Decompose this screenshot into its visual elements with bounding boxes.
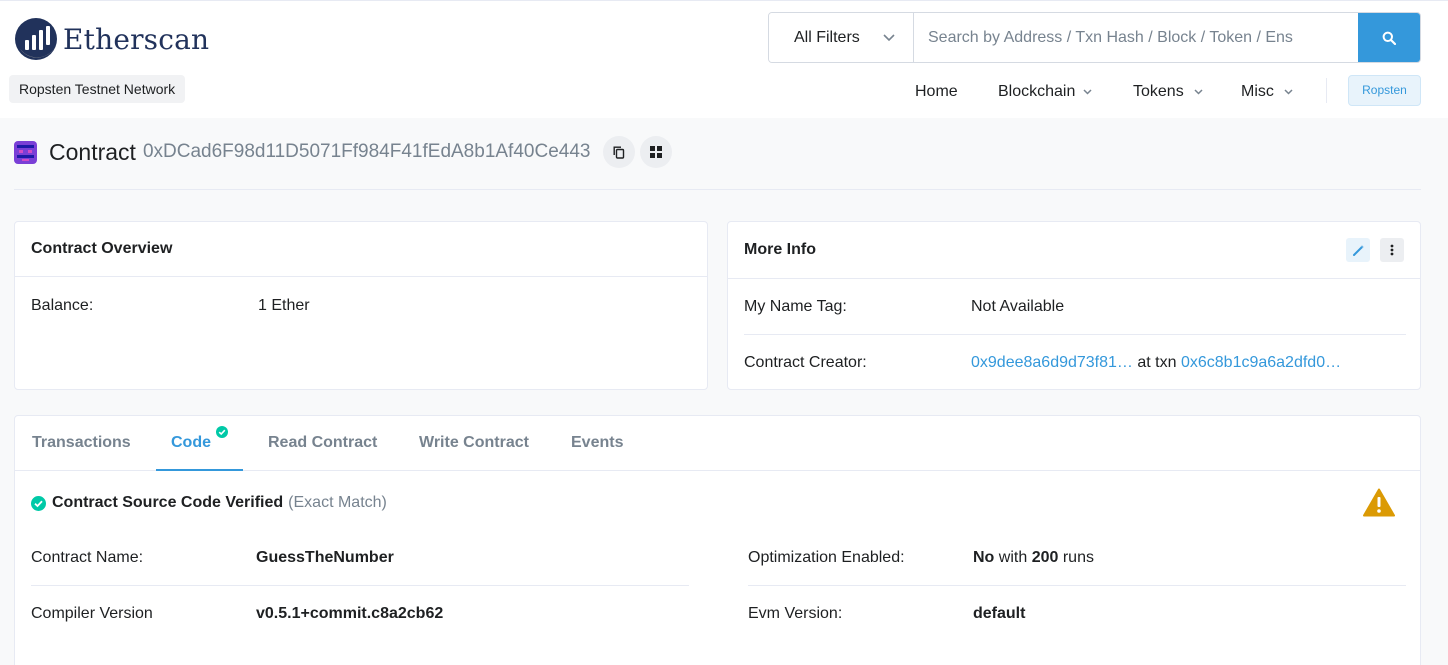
verified-banner: Contract Source Code Verified (Exact Mat… (31, 494, 387, 512)
creator-address-link[interactable]: 0x9dee8a6d9d73f81… (971, 354, 1133, 371)
nav-home-label: Home (915, 83, 958, 100)
optimization-runs: 200 (1031, 549, 1059, 566)
tab-read-contract[interactable]: Read Contract (268, 416, 377, 471)
nav-blockchain-label: Blockchain (998, 83, 1076, 100)
chevron-down-icon (1083, 89, 1092, 95)
name-tag-value: Not Available (971, 298, 1065, 315)
title-divider (14, 189, 1421, 190)
optimization-flag: No (973, 549, 995, 566)
edit-name-tag-button[interactable] (1346, 238, 1370, 262)
filter-dropdown[interactable]: All Filters (769, 13, 914, 62)
nav-misc[interactable]: Misc (1241, 79, 1293, 105)
verified-title: Contract Source Code Verified (52, 494, 284, 511)
more-info-card: More Info My Name Tag: Not Available Con… (727, 221, 1421, 390)
more-options-button[interactable] (1380, 238, 1404, 262)
etherscan-logo-icon (15, 18, 57, 60)
filter-label: All Filters (794, 28, 860, 46)
card-title: Contract Overview (31, 240, 173, 257)
search-button[interactable] (1358, 13, 1420, 62)
search-bar: All Filters (768, 12, 1421, 63)
card-actions (1346, 238, 1404, 262)
warning-icon[interactable] (1363, 488, 1395, 517)
compiler-version-value: v0.5.1+commit.c8a2cb62 (256, 605, 444, 622)
tab-events[interactable]: Events (571, 416, 623, 471)
title-label: Contract (49, 138, 136, 165)
balance-label: Balance: (31, 297, 94, 314)
contract-creator-label: Contract Creator: (744, 354, 867, 371)
search-icon (1382, 31, 1396, 45)
nav-misc-label: Misc (1241, 83, 1274, 100)
creator-txn-link[interactable]: 0x6c8b1c9a6a2dfd0… (1181, 354, 1341, 371)
contract-address: 0xDCad6F98d11D5071Ff984F41fEdA8b1Af40Ce4… (142, 141, 591, 162)
contract-tabs-card: Transactions Code Read Contract Write Co… (14, 415, 1421, 665)
copy-icon (613, 146, 625, 159)
nav-tokens-label: Tokens (1133, 83, 1184, 100)
card-header: Contract Overview (15, 222, 707, 277)
more-vertical-icon (1390, 244, 1394, 256)
contract-overview-card: Contract Overview Balance: 1 Ether (14, 221, 708, 390)
name-tag-label: My Name Tag: (744, 298, 847, 315)
site-header: Etherscan Ropsten Testnet Network All Fi… (0, 0, 1448, 118)
qr-code-button[interactable] (640, 136, 673, 168)
row-divider (31, 585, 689, 586)
network-switch-button[interactable]: Ropsten (1348, 75, 1421, 106)
contract-name-label: Contract Name: (31, 549, 144, 566)
row-divider (748, 585, 1406, 586)
contract-creator-value: 0x9dee8a6d9d73f81… at txn 0x6c8b1c9a6a2d… (971, 354, 1341, 372)
network-badge: Ropsten Testnet Network (9, 75, 186, 103)
nav-home[interactable]: Home (915, 79, 958, 105)
qr-code-icon (650, 146, 663, 158)
verified-note: (Exact Match) (288, 494, 387, 511)
tab-bar: Transactions Code Read Contract Write Co… (15, 416, 1420, 471)
contract-name-value: GuessTheNumber (256, 549, 394, 566)
optimization-with: with (998, 549, 1028, 566)
nav-tokens[interactable]: Tokens (1133, 79, 1203, 105)
creator-at-txn: at txn (1137, 354, 1177, 371)
etherscan-logo[interactable]: Etherscan (14, 17, 209, 61)
optimization-runs-unit: runs (1062, 549, 1094, 566)
optimization-label: Optimization Enabled: (748, 549, 905, 566)
compiler-version-label: Compiler Version (31, 605, 153, 622)
evm-version-value: default (973, 605, 1026, 622)
card-title: More Info (744, 241, 816, 258)
nav-blockchain[interactable]: Blockchain (998, 79, 1092, 105)
tab-write-contract[interactable]: Write Contract (419, 416, 529, 471)
contract-identicon-icon (14, 140, 37, 164)
chevron-down-icon (1284, 89, 1293, 95)
row-divider (744, 334, 1406, 335)
tab-code-label: Code (171, 434, 211, 451)
tab-code[interactable]: Code (156, 416, 244, 471)
nav-divider (1326, 78, 1327, 103)
tab-transactions[interactable]: Transactions (32, 416, 131, 471)
optimization-value: No with 200 runs (973, 549, 1094, 567)
card-header: More Info (728, 222, 1420, 279)
copy-address-button[interactable] (603, 136, 636, 168)
check-circle-icon (31, 495, 46, 511)
page-title: Contract 0xDCad6F98d11D5071Ff984F41fEdA8… (14, 136, 673, 168)
balance-value: 1 Ether (258, 297, 310, 314)
search-input[interactable] (914, 13, 1358, 62)
magic-wand-icon (1352, 244, 1364, 256)
evm-version-label: Evm Version: (748, 605, 843, 622)
brand-name: Etherscan (63, 22, 210, 56)
verified-check-icon (216, 426, 229, 438)
chevron-down-icon (883, 33, 895, 41)
chevron-down-icon (1194, 89, 1203, 95)
